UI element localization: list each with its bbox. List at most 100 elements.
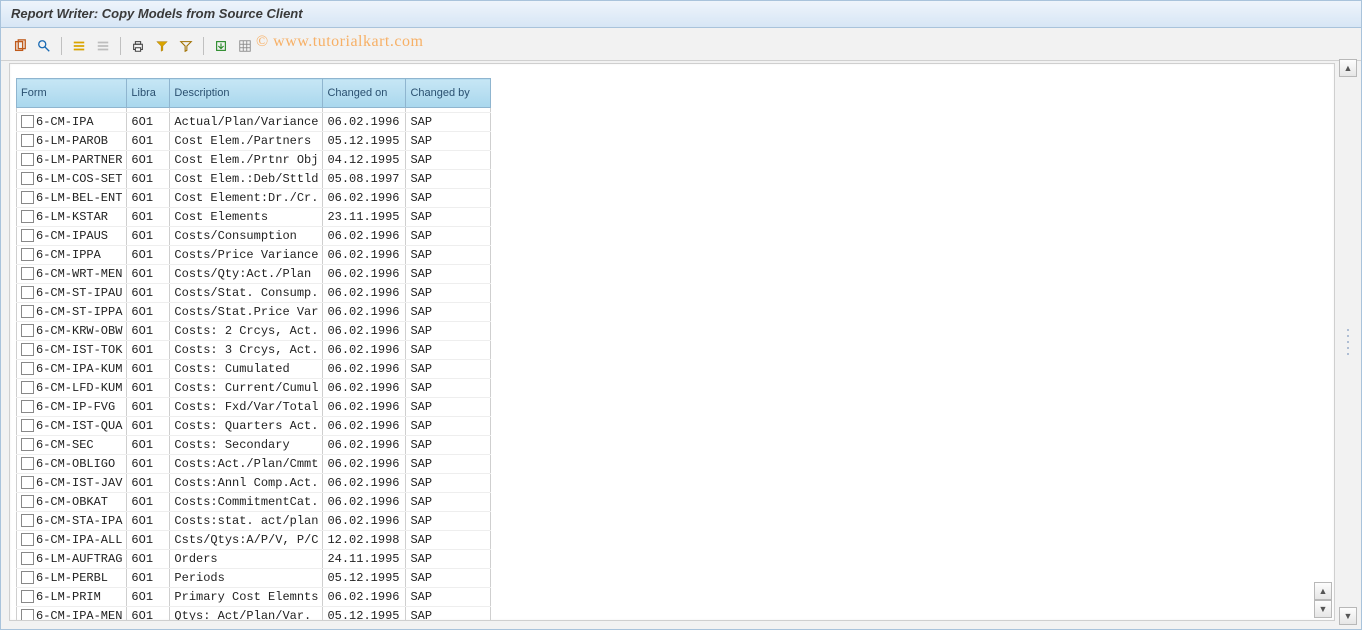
table-row[interactable]: 6-LM-PARTNER6O1Cost Elem./Prtnr Obj04.12… <box>17 151 491 170</box>
table-row[interactable]: 6-LM-KSTAR6O1Cost Elements23.11.1995SAP <box>17 208 491 227</box>
row-checkbox[interactable] <box>21 362 34 375</box>
table-row[interactable]: 6-CM-ST-IPPA6O1Costs/Stat.Price Var06.02… <box>17 303 491 322</box>
table-row[interactable]: 6-LM-AUFTRAG6O1Orders24.11.1995SAP <box>17 550 491 569</box>
row-checkbox[interactable] <box>21 400 34 413</box>
row-checkbox[interactable] <box>21 153 34 166</box>
cell-form-text: 6-CM-IPA-ALL <box>36 533 122 547</box>
filter2-icon[interactable] <box>175 35 197 57</box>
row-checkbox[interactable] <box>21 571 34 584</box>
table-row[interactable]: 6-LM-PERBL6O1Periods05.12.1995SAP <box>17 569 491 588</box>
select-all-icon[interactable] <box>68 35 90 57</box>
cell-description: Primary Cost Elemnts <box>170 588 323 607</box>
row-checkbox[interactable] <box>21 457 34 470</box>
row-checkbox[interactable] <box>21 438 34 451</box>
row-checkbox[interactable] <box>21 590 34 603</box>
row-checkbox[interactable] <box>21 419 34 432</box>
app-window: Report Writer: Copy Models from Source C… <box>0 0 1362 630</box>
table-row[interactable]: 6-LM-PRIM6O1Primary Cost Elemnts06.02.19… <box>17 588 491 607</box>
cell-form: 6-CM-STA-IPA <box>17 512 127 531</box>
row-checkbox[interactable] <box>21 552 34 565</box>
cell-form-text: 6-CM-ST-IPPA <box>36 305 122 319</box>
row-checkbox[interactable] <box>21 134 34 147</box>
row-checkbox[interactable] <box>21 191 34 204</box>
col-header-library[interactable]: Libra <box>127 79 170 108</box>
table-row[interactable]: 6-CM-LFD-KUM6O1Costs: Current/Cumul06.02… <box>17 379 491 398</box>
export-icon[interactable] <box>210 35 232 57</box>
row-checkbox[interactable] <box>21 305 34 318</box>
sheet-icon[interactable] <box>234 35 256 57</box>
row-checkbox[interactable] <box>21 229 34 242</box>
table-row[interactable]: 6-CM-IPA6O1Actual/Plan/Variance06.02.199… <box>17 113 491 132</box>
row-checkbox[interactable] <box>21 115 34 128</box>
table-row[interactable]: 6-LM-BEL-ENT6O1Cost Element:Dr./Cr.06.02… <box>17 189 491 208</box>
table-row[interactable]: 6-LM-COS-SET6O1Cost Elem.:Deb/Sttld05.08… <box>17 170 491 189</box>
cell-changed-on: 06.02.1996 <box>323 113 406 132</box>
row-checkbox[interactable] <box>21 172 34 185</box>
cell-form: 6-LM-PARTNER <box>17 151 127 170</box>
cell-form-text: 6-LM-AUFTRAG <box>36 552 122 566</box>
table-row[interactable]: 6-CM-IP-FVG6O1Costs: Fxd/Var/Total06.02.… <box>17 398 491 417</box>
scroll-track[interactable] <box>1339 77 1357 607</box>
table-row[interactable]: 6-CM-SEC6O1Costs: Secondary06.02.1996SAP <box>17 436 491 455</box>
table-row[interactable]: 6-CM-IST-TOK6O1Costs: 3 Crcys, Act.06.02… <box>17 341 491 360</box>
row-checkbox[interactable] <box>21 514 34 527</box>
table-row[interactable]: 6-CM-IPA-MEN6O1Qtys: Act/Plan/Var.05.12.… <box>17 607 491 622</box>
table-row[interactable]: 6-LM-PAROB6O1Cost Elem./Partners05.12.19… <box>17 132 491 151</box>
scroll-up-icon[interactable]: ▲ <box>1339 59 1357 77</box>
row-checkbox[interactable] <box>21 495 34 508</box>
row-checkbox[interactable] <box>21 286 34 299</box>
row-checkbox[interactable] <box>21 248 34 261</box>
table-row[interactable]: 6-CM-STA-IPA6O1Costs:stat. act/plan06.02… <box>17 512 491 531</box>
scroll-handle-icon[interactable] <box>1343 327 1353 357</box>
cell-form: 6-CM-KRW-OBW <box>17 322 127 341</box>
table-row[interactable]: 6-CM-ST-IPAU6O1Costs/Stat. Consump.06.02… <box>17 284 491 303</box>
table-row[interactable]: 6-CM-IPPA6O1Costs/Price Variance06.02.19… <box>17 246 491 265</box>
row-checkbox[interactable] <box>21 609 34 621</box>
row-checkbox[interactable] <box>21 343 34 356</box>
col-header-changed-on[interactable]: Changed on <box>323 79 406 108</box>
print-icon[interactable] <box>127 35 149 57</box>
cell-form-text: 6-CM-WRT-MEN <box>36 267 122 281</box>
row-checkbox[interactable] <box>21 210 34 223</box>
cell-description: Costs: Fxd/Var/Total <box>170 398 323 417</box>
cell-library: 6O1 <box>127 265 170 284</box>
row-checkbox[interactable] <box>21 267 34 280</box>
row-checkbox[interactable] <box>21 324 34 337</box>
cell-library: 6O1 <box>127 550 170 569</box>
row-checkbox[interactable] <box>21 476 34 489</box>
content-scroll-up-icon[interactable]: ▲ <box>1314 582 1332 600</box>
row-checkbox[interactable] <box>21 381 34 394</box>
cell-form-text: 6-CM-IPA <box>36 115 94 129</box>
table-row[interactable]: 6-CM-KRW-OBW6O1Costs: 2 Crcys, Act.06.02… <box>17 322 491 341</box>
cell-changed-on: 05.12.1995 <box>323 569 406 588</box>
table-row[interactable]: 6-CM-IST-QUA6O1Costs: Quarters Act.06.02… <box>17 417 491 436</box>
copy-icon[interactable] <box>9 35 31 57</box>
cell-library: 6O1 <box>127 284 170 303</box>
content-scrollbar[interactable]: ▲ ▼ <box>1314 582 1332 618</box>
main-scrollbar[interactable]: ▲ ▼ <box>1339 59 1357 625</box>
cell-form: 6-CM-OBKAT <box>17 493 127 512</box>
row-checkbox[interactable] <box>21 533 34 546</box>
table-row[interactable]: 6-CM-IST-JAV6O1Costs:Annl Comp.Act.06.02… <box>17 474 491 493</box>
content-scroll-down-icon[interactable]: ▼ <box>1314 600 1332 618</box>
table-row[interactable]: 6-CM-WRT-MEN6O1Costs/Qty:Act./Plan06.02.… <box>17 265 491 284</box>
cell-changed-on: 24.11.1995 <box>323 550 406 569</box>
col-header-changed-by[interactable]: Changed by <box>406 79 491 108</box>
find-icon[interactable] <box>33 35 55 57</box>
table-row[interactable]: 6-CM-IPAUS6O1Costs/Consumption06.02.1996… <box>17 227 491 246</box>
table-row[interactable]: 6-CM-OBLIGO6O1Costs:Act./Plan/Cmmt06.02.… <box>17 455 491 474</box>
filter-icon[interactable] <box>151 35 173 57</box>
cell-form-text: 6-CM-IST-QUA <box>36 419 122 433</box>
table-row[interactable]: 6-CM-OBKAT6O1Costs:CommitmentCat.06.02.1… <box>17 493 491 512</box>
deselect-all-icon[interactable] <box>92 35 114 57</box>
table-row[interactable]: 6-CM-IPA-KUM6O1Costs: Cumulated06.02.199… <box>17 360 491 379</box>
scroll-down-icon[interactable]: ▼ <box>1339 607 1357 625</box>
cell-form: 6-CM-IP-FVG <box>17 398 127 417</box>
col-header-description[interactable]: Description <box>170 79 323 108</box>
cell-library: 6O1 <box>127 208 170 227</box>
cell-library: 6O1 <box>127 322 170 341</box>
cell-changed-on: 06.02.1996 <box>323 474 406 493</box>
table-row[interactable]: 6-CM-IPA-ALL6O1Csts/Qtys:A/P/V, P/C12.02… <box>17 531 491 550</box>
cell-description: Cost Elements <box>170 208 323 227</box>
col-header-form[interactable]: Form <box>17 79 127 108</box>
